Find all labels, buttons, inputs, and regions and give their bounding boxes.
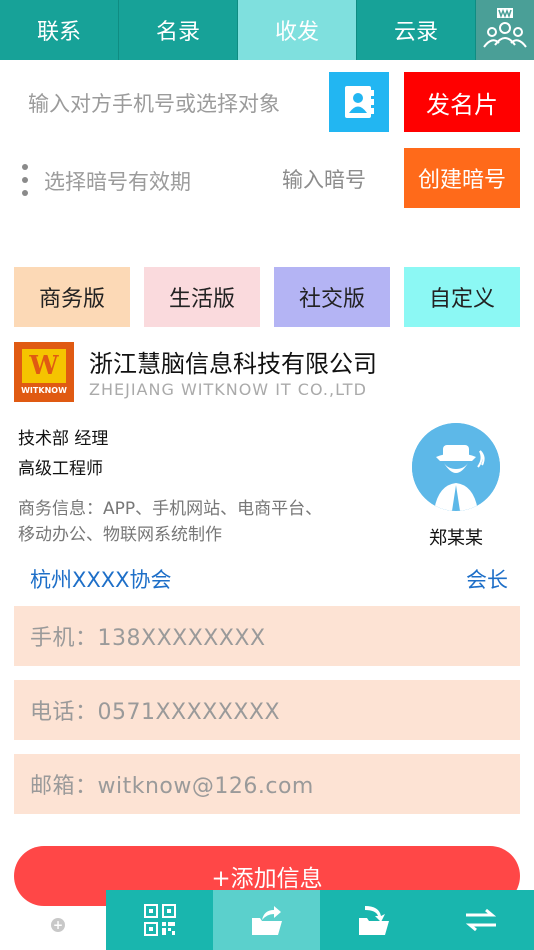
tab-directory[interactable]: 名录 — [119, 0, 238, 60]
group-users-icon[interactable] — [476, 0, 534, 60]
person-name: 郑某某 — [429, 528, 483, 549]
version-selector: 商务版 生活版 社交版 自定义 — [14, 267, 520, 327]
tab-send-receive[interactable]: 收发 — [238, 0, 357, 60]
business-info: 商务信息：APP、手机网站、电商平台、移动办公、物联网系统制作 — [18, 499, 323, 545]
avatar[interactable] — [412, 423, 500, 511]
receive-folder-icon — [358, 906, 389, 935]
association-link[interactable]: 杭州XXXX协会 — [30, 564, 172, 594]
version-custom-button[interactable]: 自定义 — [404, 267, 520, 327]
tab-contacts[interactable]: 联系 — [0, 0, 119, 60]
company-logo: W WITKNOW — [14, 342, 74, 402]
tab-cloud[interactable]: 云录 — [357, 0, 476, 60]
validity-menu-icon[interactable] — [22, 164, 30, 196]
qr-code-icon — [143, 904, 176, 936]
secret-code-row: 选择暗号有效期 创建暗号 — [0, 148, 534, 228]
create-code-button[interactable]: 创建暗号 — [404, 148, 520, 208]
company-name: 浙江慧脑信息科技有限公司 — [89, 350, 377, 378]
association-role[interactable]: 会长 — [466, 564, 508, 594]
version-life-button[interactable]: 生活版 — [144, 267, 260, 327]
nav-switch[interactable] — [427, 890, 534, 950]
department-label: 技术部 经理 — [18, 429, 109, 449]
swap-arrows-icon — [465, 908, 496, 932]
address-book-button[interactable] — [329, 72, 389, 132]
version-business-button[interactable]: 商务版 — [14, 267, 130, 327]
validity-select[interactable]: 选择暗号有效期 — [44, 166, 191, 196]
send-card-button[interactable]: 发名片 — [404, 72, 520, 132]
nav-send[interactable] — [213, 890, 320, 950]
phone-field[interactable]: 电话：0571XXXXXXXX — [14, 680, 520, 740]
plus-icon[interactable]: + — [51, 918, 65, 932]
send-card-row: 发名片 — [0, 60, 534, 148]
version-social-button[interactable]: 社交版 — [274, 267, 390, 327]
secret-code-input[interactable] — [282, 162, 392, 198]
company-name-en: ZHEJIANG WITKNOW IT CO.,LTD — [89, 380, 367, 399]
mobile-field[interactable]: 手机：138XXXXXXXX — [14, 606, 520, 666]
top-tab-bar: 联系 名录 收发 云录 — [0, 0, 534, 60]
phone-input[interactable] — [28, 86, 328, 122]
email-field[interactable]: 邮箱：witknow@126.com — [14, 754, 520, 814]
nav-qr-code[interactable] — [106, 890, 213, 950]
nav-receive[interactable] — [320, 890, 427, 950]
bottom-nav — [106, 890, 534, 950]
company-header: W WITKNOW 浙江慧脑信息科技有限公司 ZHEJIANG WITKNOW … — [14, 342, 520, 402]
address-book-icon — [345, 86, 374, 118]
send-folder-icon — [251, 906, 282, 935]
job-title-label: 高级工程师 — [18, 459, 103, 479]
